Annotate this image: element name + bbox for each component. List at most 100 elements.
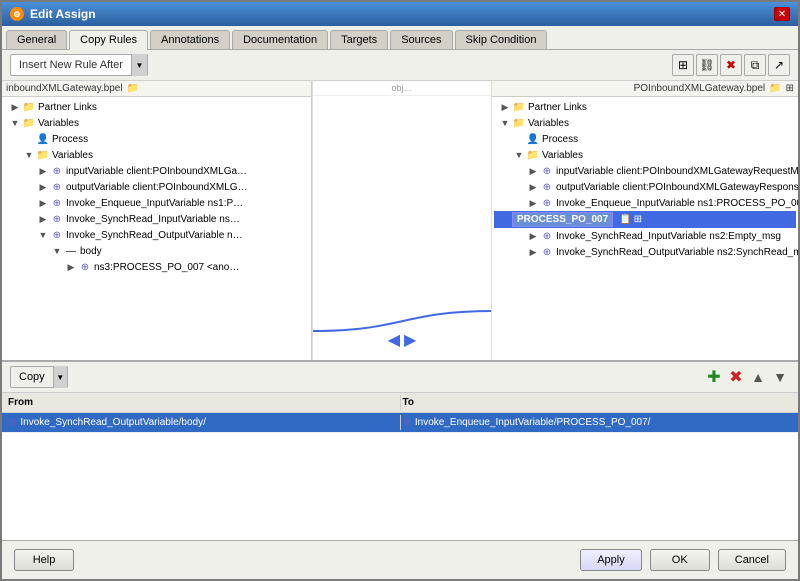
insert-rule-arrow[interactable]: ▼: [131, 54, 147, 76]
tree-label: Variables: [542, 150, 583, 161]
insert-rule-dropdown[interactable]: Insert New Rule After ▼: [10, 54, 148, 76]
add-rule-icon[interactable]: ✚: [704, 367, 724, 387]
title-bar-left: ⚙ Edit Assign: [10, 7, 96, 21]
expand-icon: ▶: [36, 212, 50, 226]
to-cell: ⊕ Invoke_Enqueue_InputVariable/PROCESS_P…: [401, 415, 795, 430]
export-icon[interactable]: ↗: [768, 54, 790, 76]
var-icon: ⊕: [50, 180, 64, 194]
delete-rule-icon[interactable]: ✖: [726, 367, 746, 387]
tree-item[interactable]: ▶ ⊕ inputVariable client:POInboundXMLGat…: [494, 163, 796, 179]
tree-item[interactable]: ▼ — body: [4, 243, 309, 259]
var-icon: ⊕: [540, 164, 554, 178]
toolbar-icons: ⊞ ⛓ ✖ ⧉ ↗: [672, 54, 790, 76]
tree-label: Partner Links: [528, 102, 587, 113]
var-icon: ⊕: [78, 260, 92, 274]
tree-label: Process: [542, 134, 578, 145]
copy-dropdown-arrow[interactable]: ▼: [53, 366, 67, 388]
tree-item[interactable]: ▶ ⊕ outputVariable client:POInboundXMLG…: [4, 179, 309, 195]
right-expand-icon: ⊞: [786, 83, 794, 94]
help-button[interactable]: Help: [14, 549, 74, 571]
link-icon[interactable]: ⛓: [696, 54, 718, 76]
tree-label: Invoke_Enqueue_InputVariable ns1:PROCESS…: [556, 198, 798, 209]
apply-button[interactable]: Apply: [580, 549, 642, 571]
expand-icon: ▶: [526, 245, 540, 259]
tree-item[interactable]: ▼ 📁 Variables: [4, 115, 309, 131]
tab-skip-condition[interactable]: Skip Condition: [455, 30, 548, 49]
move-down-icon[interactable]: ▼: [770, 367, 790, 387]
ok-button[interactable]: OK: [650, 549, 710, 571]
tab-documentation[interactable]: Documentation: [232, 30, 328, 49]
expand-icon: ▶: [36, 196, 50, 210]
folder-icon: 📁: [36, 148, 50, 162]
expand-icon: ▶: [498, 100, 512, 114]
tree-label: inputVariable client:POInboundXMLGateway…: [556, 166, 798, 177]
folder-icon: 📁: [512, 116, 526, 130]
left-panel: inboundXMLGateway.bpel 📁 ▶ 📁 Partner Lin…: [2, 81, 312, 360]
tab-sources[interactable]: Sources: [390, 30, 452, 49]
dialog-title: Edit Assign: [30, 7, 96, 21]
arrow-left-icon: ◀: [388, 330, 400, 350]
arrow-right-icon: ▶: [404, 330, 416, 350]
to-value: Invoke_Enqueue_InputVariable/PROCESS_PO_…: [415, 417, 651, 428]
tree-item[interactable]: ▶ ⊕ ns3:PROCESS_PO_007 <ano…: [4, 259, 309, 275]
tree-label: Invoke_SynchRead_InputVariable ns2:Empty…: [556, 231, 781, 242]
tree-item[interactable]: ▼ ⊕ Invoke_SynchRead_OutputVariable n…: [4, 227, 309, 243]
tree-item[interactable]: ▶ 📁 Partner Links: [4, 99, 309, 115]
table-header: From To: [2, 393, 798, 413]
footer: Help Apply OK Cancel: [2, 540, 798, 579]
remove-icon[interactable]: ✖: [720, 54, 742, 76]
var-icon: ⊕: [540, 245, 554, 259]
tree-item[interactable]: ▼ 📁 Variables: [494, 147, 796, 163]
bottom-icons: ✚ ✖ ▲ ▼: [704, 367, 790, 387]
right-tree-area[interactable]: ▶ 📁 Partner Links ▼ 📁 Variables 👤 Proces…: [492, 97, 798, 360]
expand-icon: ▶: [526, 164, 540, 178]
tree-item[interactable]: ▶ ⊕ Invoke_Enqueue_InputVariable ns1:PRO…: [494, 195, 796, 211]
tree-item[interactable]: ▶ ⊕ Invoke_Enqueue_InputVariable ns1:P…: [4, 195, 309, 211]
var-icon: ⊕: [540, 180, 554, 194]
tab-general[interactable]: General: [6, 30, 67, 49]
close-button[interactable]: ✕: [774, 7, 790, 21]
table-row[interactable]: ⊕ Invoke_SynchRead_OutputVariable/body/ …: [2, 413, 798, 433]
expand-icon: ▶: [526, 229, 540, 243]
tree-item-highlighted[interactable]: PROCESS_PO_007 📋 ⊞: [494, 211, 796, 228]
copy-button[interactable]: Copy ▼: [10, 366, 68, 388]
tree-label: outputVariable client:POInboundXMLGatewa…: [556, 182, 798, 193]
tree-item[interactable]: ▼ 📁 Variables: [494, 115, 796, 131]
grid-icon[interactable]: ⊞: [672, 54, 694, 76]
tab-targets[interactable]: Targets: [330, 30, 388, 49]
folder-icon: 📁: [22, 100, 36, 114]
process-icon: 👤: [526, 132, 540, 146]
tree-label: Variables: [528, 118, 569, 129]
var-icon: ⊕: [50, 228, 64, 242]
expand-icon: ▼: [22, 148, 36, 162]
expand-icon: ▶: [36, 180, 50, 194]
expand-icon: ▼: [50, 244, 64, 258]
expand-icon: [496, 213, 510, 227]
tree-item[interactable]: ▶ ⊕ inputVariable client:POInboundXMLGa…: [4, 163, 309, 179]
copy-icon[interactable]: ⧉: [744, 54, 766, 76]
from-header: From: [6, 395, 400, 410]
cancel-button[interactable]: Cancel: [718, 549, 786, 571]
folder-icon: 📁: [512, 100, 526, 114]
from-icon: ⊕: [8, 417, 16, 428]
tree-label: Invoke_Enqueue_InputVariable ns1:P…: [66, 198, 243, 209]
expand-icon: [22, 132, 36, 146]
bottom-toolbar: Copy ▼ ✚ ✖ ▲ ▼: [2, 362, 798, 393]
tab-annotations[interactable]: Annotations: [150, 30, 230, 49]
tree-item[interactable]: 👤 Process: [4, 131, 309, 147]
move-up-icon[interactable]: ▲: [748, 367, 768, 387]
folder-icon: 📁: [526, 148, 540, 162]
tree-item[interactable]: ▶ ⊕ outputVariable client:POInboundXMLGa…: [494, 179, 796, 195]
tree-item[interactable]: ▶ ⊕ Invoke_SynchRead_OutputVariable ns2:…: [494, 244, 796, 260]
connector-area: obj… ◀ ▶: [312, 81, 492, 360]
tab-copy-rules[interactable]: Copy Rules: [69, 30, 148, 50]
tree-label: ns3:PROCESS_PO_007 <ano…: [94, 262, 239, 273]
left-tree-area[interactable]: ▶ 📁 Partner Links ▼ 📁 Variables 👤 Proces…: [2, 97, 311, 360]
tree-item[interactable]: 👤 Process: [494, 131, 796, 147]
tree-item[interactable]: ▶ ⊕ Invoke_SynchRead_InputVariable ns…: [4, 211, 309, 227]
tree-item[interactable]: ▶ 📁 Partner Links: [494, 99, 796, 115]
process-icon: 👤: [36, 132, 50, 146]
tree-item[interactable]: ▼ 📁 Variables: [4, 147, 309, 163]
tree-item[interactable]: ▶ ⊕ Invoke_SynchRead_InputVariable ns2:E…: [494, 228, 796, 244]
left-panel-header: inboundXMLGateway.bpel 📁: [2, 81, 311, 97]
